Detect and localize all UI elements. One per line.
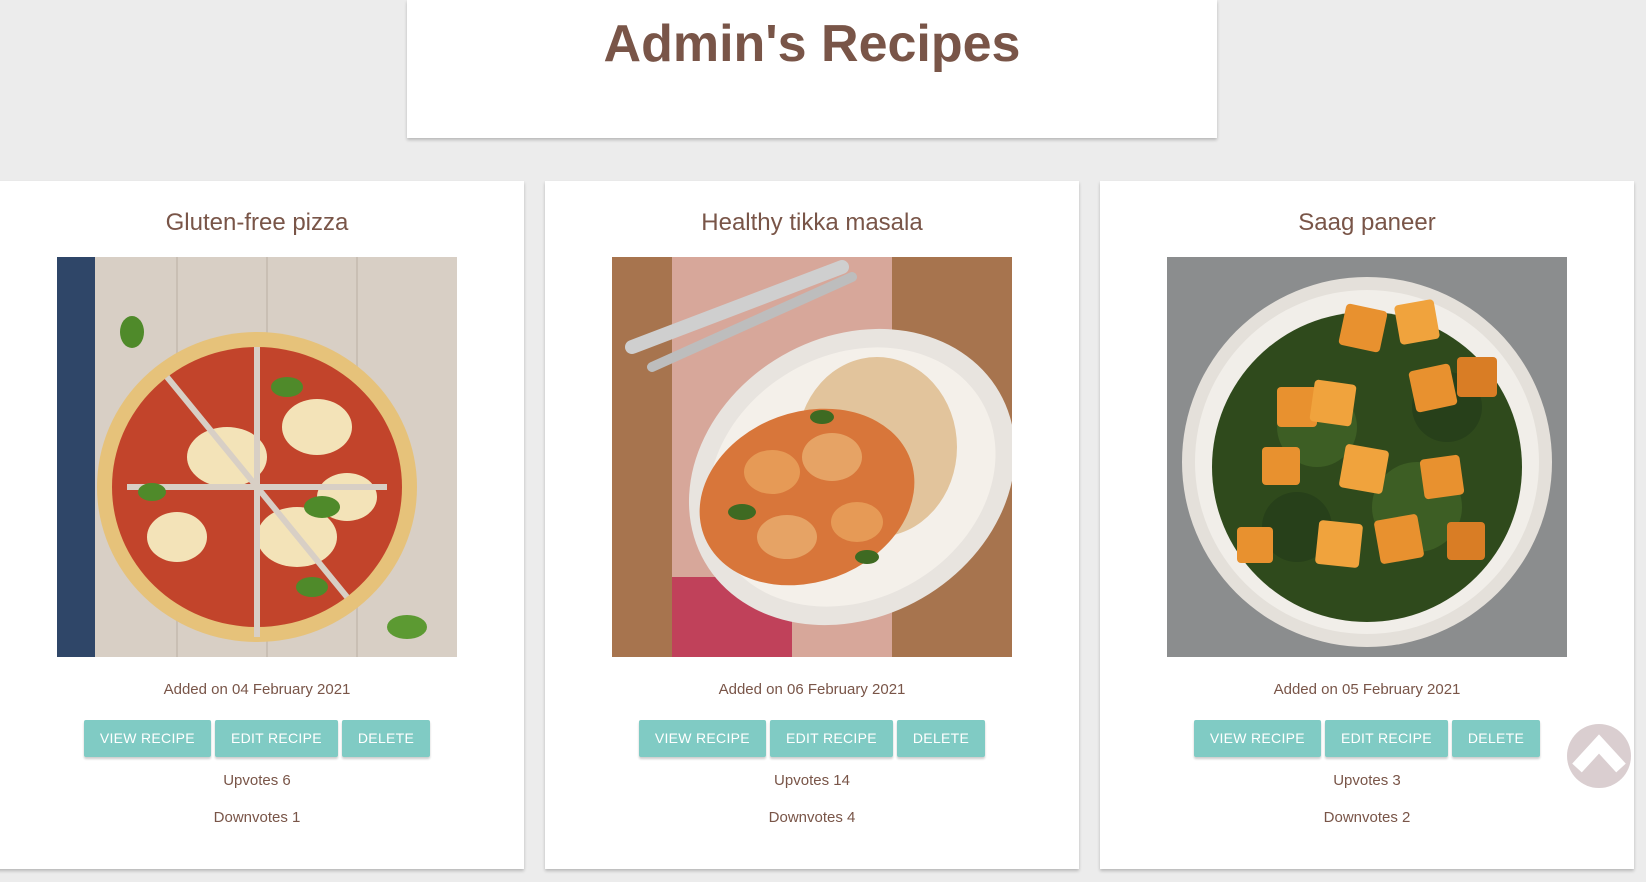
chevron-up-icon [1572, 734, 1626, 773]
recipe-downvotes: Downvotes 2 [1323, 809, 1411, 826]
recipe-upvotes: Upvotes 3 [1333, 772, 1401, 789]
edit-recipe-button[interactable]: EDIT RECIPE [769, 720, 893, 757]
recipe-added-date: Added on 04 February 2021 [163, 681, 351, 698]
recipe-title: Gluten-free pizza [165, 209, 349, 236]
delete-recipe-button[interactable]: DELETE [896, 720, 986, 757]
recipe-actions: VIEW RECIPE EDIT RECIPE DELETE [1100, 720, 1634, 757]
recipe-actions: VIEW RECIPE EDIT RECIPE DELETE [545, 720, 1079, 757]
saag-paneer-photo [1167, 257, 1567, 657]
view-recipe-button[interactable]: VIEW RECIPE [638, 720, 766, 757]
recipe-actions: VIEW RECIPE EDIT RECIPE DELETE [0, 720, 524, 757]
tikka-masala-photo [612, 257, 1012, 657]
recipe-downvotes: Downvotes 4 [768, 809, 856, 826]
recipe-card: Healthy tikka masala Added on 06 Februar… [545, 181, 1079, 869]
recipe-upvotes: Upvotes 6 [223, 772, 291, 789]
recipe-title: Saag paneer [1298, 209, 1436, 236]
page-header: Admin's Recipes [407, 0, 1217, 138]
delete-recipe-button[interactable]: DELETE [341, 720, 431, 757]
recipe-image [57, 257, 457, 657]
edit-recipe-button[interactable]: EDIT RECIPE [1324, 720, 1448, 757]
recipe-downvotes: Downvotes 1 [213, 809, 301, 826]
recipe-image [612, 257, 1012, 657]
recipe-image [1167, 257, 1567, 657]
scroll-to-top-button[interactable] [1567, 724, 1631, 788]
recipe-added-date: Added on 05 February 2021 [1273, 681, 1461, 698]
recipe-upvotes: Upvotes 14 [774, 772, 850, 789]
page-title: Admin's Recipes [603, 15, 1021, 73]
view-recipe-button[interactable]: VIEW RECIPE [1193, 720, 1321, 757]
recipe-added-date: Added on 06 February 2021 [718, 681, 906, 698]
recipe-card: Gluten-free pizza Added on 04 February 2… [0, 181, 524, 869]
recipe-title: Healthy tikka masala [701, 209, 923, 236]
pizza-photo [57, 257, 457, 657]
recipe-card: Saag paneer Added on 05 February 2021 VI… [1100, 181, 1634, 869]
edit-recipe-button[interactable]: EDIT RECIPE [214, 720, 338, 757]
delete-recipe-button[interactable]: DELETE [1451, 720, 1541, 757]
view-recipe-button[interactable]: VIEW RECIPE [83, 720, 211, 757]
